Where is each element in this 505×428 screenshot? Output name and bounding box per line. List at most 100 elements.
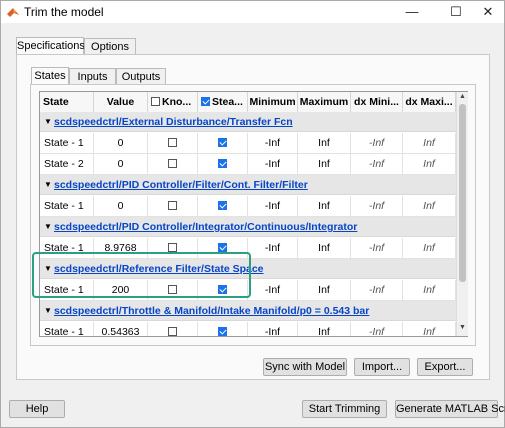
- vertical-scrollbar[interactable]: ▲ ▼: [456, 92, 468, 336]
- known-checkbox[interactable]: [168, 327, 177, 336]
- min-cell[interactable]: -Inf: [248, 322, 298, 336]
- known-checkbox[interactable]: [168, 201, 177, 210]
- value-cell[interactable]: 0: [94, 154, 148, 174]
- col-maximum[interactable]: Maximum: [298, 92, 351, 112]
- minimize-icon[interactable]: —: [397, 1, 427, 23]
- col-value[interactable]: Value: [94, 92, 148, 112]
- dxmax-cell[interactable]: Inf: [403, 238, 456, 258]
- sync-with-model-button[interactable]: Sync with Model: [263, 358, 347, 376]
- help-button[interactable]: Help: [9, 400, 65, 418]
- block-path-link[interactable]: scdspeedctrl/PID Controller/Filter/Cont.…: [54, 175, 308, 195]
- dxmin-cell[interactable]: -Inf: [351, 154, 403, 174]
- block-path-link[interactable]: scdspeedctrl/Throttle & Manifold/Intake …: [54, 301, 369, 321]
- dxmin-cell[interactable]: -Inf: [351, 280, 403, 300]
- tab-outputs[interactable]: Outputs: [116, 68, 166, 85]
- max-cell[interactable]: Inf: [298, 238, 351, 258]
- min-cell[interactable]: -Inf: [248, 238, 298, 258]
- block-path-link[interactable]: scdspeedctrl/PID Controller/Integrator/C…: [54, 217, 357, 237]
- highlight-box: [32, 252, 251, 298]
- min-cell[interactable]: -Inf: [248, 280, 298, 300]
- known-cell: [148, 196, 198, 216]
- dxmin-cell[interactable]: -Inf: [351, 322, 403, 336]
- known-cell: [148, 154, 198, 174]
- import-button[interactable]: Import...: [354, 358, 410, 376]
- states-table: State Value Kno... Stea... Minimum Maxim…: [39, 91, 468, 337]
- dxmin-cell[interactable]: -Inf: [351, 238, 403, 258]
- state-cell: State - 1: [40, 133, 94, 153]
- table-header: State Value Kno... Stea... Minimum Maxim…: [40, 92, 456, 113]
- steady-checkbox[interactable]: [218, 243, 227, 252]
- window-title: Trim the model: [24, 5, 104, 19]
- table-row: State - 2 0 -Inf Inf -Inf Inf: [40, 154, 456, 175]
- state-cell: State - 1: [40, 196, 94, 216]
- steady-cell: [198, 154, 248, 174]
- dxmin-cell[interactable]: -Inf: [351, 196, 403, 216]
- steady-header-checkbox[interactable]: [201, 97, 210, 106]
- table-row: State - 1 0 -Inf Inf -Inf Inf: [40, 196, 456, 217]
- max-cell[interactable]: Inf: [298, 154, 351, 174]
- max-cell[interactable]: Inf: [298, 133, 351, 153]
- known-checkbox[interactable]: [168, 243, 177, 252]
- max-cell[interactable]: Inf: [298, 280, 351, 300]
- table-row: State - 1 0.54363 -Inf Inf -Inf Inf: [40, 322, 456, 336]
- steady-checkbox[interactable]: [218, 201, 227, 210]
- block-path-link[interactable]: scdspeedctrl/External Disturbance/Transf…: [54, 112, 293, 132]
- value-cell[interactable]: 0: [94, 196, 148, 216]
- col-steady[interactable]: Stea...: [198, 92, 248, 112]
- known-cell: [148, 322, 198, 336]
- steady-checkbox[interactable]: [218, 138, 227, 147]
- close-icon[interactable]: ✕: [473, 1, 503, 23]
- trim-dialog: Trim the model — ☐ ✕ Specifications Opti…: [0, 0, 505, 428]
- dxmin-cell[interactable]: -Inf: [351, 133, 403, 153]
- tab-options[interactable]: Options: [84, 38, 136, 55]
- known-checkbox[interactable]: [168, 138, 177, 147]
- steady-cell: [198, 196, 248, 216]
- dxmax-cell[interactable]: Inf: [403, 154, 456, 174]
- scroll-down-icon[interactable]: ▼: [457, 324, 468, 331]
- expand-triangle-icon[interactable]: ▼: [44, 175, 52, 195]
- scroll-up-icon[interactable]: ▲: [457, 93, 468, 100]
- expand-triangle-icon[interactable]: ▼: [44, 217, 52, 237]
- group-row[interactable]: ▼ scdspeedctrl/PID Controller/Integrator/…: [40, 217, 467, 237]
- expand-triangle-icon[interactable]: ▼: [44, 301, 52, 321]
- col-dx-min[interactable]: dx Mini...: [351, 92, 403, 112]
- max-cell[interactable]: Inf: [298, 196, 351, 216]
- group-row[interactable]: ▼ scdspeedctrl/Throttle & Manifold/Intake…: [40, 301, 467, 321]
- value-cell[interactable]: 0: [94, 133, 148, 153]
- dxmax-cell[interactable]: Inf: [403, 322, 456, 336]
- dxmax-cell[interactable]: Inf: [403, 133, 456, 153]
- group-row[interactable]: ▼ scdspeedctrl/PID Controller/Filter/Cont…: [40, 175, 467, 195]
- steady-cell: [198, 322, 248, 336]
- dxmax-cell[interactable]: Inf: [403, 280, 456, 300]
- max-cell[interactable]: Inf: [298, 322, 351, 336]
- state-cell: State - 1: [40, 322, 94, 336]
- col-dx-max[interactable]: dx Maxi...: [403, 92, 456, 112]
- maximize-icon[interactable]: ☐: [441, 1, 471, 23]
- expand-triangle-icon[interactable]: ▼: [44, 112, 52, 132]
- state-cell: State - 2: [40, 154, 94, 174]
- col-minimum[interactable]: Minimum: [248, 92, 298, 112]
- tab-specifications[interactable]: Specifications: [16, 37, 85, 55]
- known-cell: [148, 133, 198, 153]
- steady-checkbox[interactable]: [218, 327, 227, 336]
- steady-cell: [198, 133, 248, 153]
- min-cell[interactable]: -Inf: [248, 154, 298, 174]
- steady-checkbox[interactable]: [218, 159, 227, 168]
- tab-states[interactable]: States: [31, 67, 69, 85]
- known-header-checkbox[interactable]: [151, 97, 160, 106]
- scroll-thumb[interactable]: [459, 104, 466, 282]
- title-bar: Trim the model — ☐ ✕: [1, 1, 504, 23]
- table-row: State - 1 0 -Inf Inf -Inf Inf: [40, 133, 456, 154]
- min-cell[interactable]: -Inf: [248, 133, 298, 153]
- generate-matlab-script-button[interactable]: Generate MATLAB Script: [395, 400, 505, 418]
- tab-inputs[interactable]: Inputs: [69, 68, 116, 85]
- min-cell[interactable]: -Inf: [248, 196, 298, 216]
- group-row[interactable]: ▼ scdspeedctrl/External Disturbance/Trans…: [40, 112, 467, 132]
- col-state[interactable]: State: [40, 92, 94, 112]
- value-cell[interactable]: 0.54363: [94, 322, 148, 336]
- start-trimming-button[interactable]: Start Trimming: [302, 400, 387, 418]
- col-known[interactable]: Kno...: [148, 92, 198, 112]
- known-checkbox[interactable]: [168, 159, 177, 168]
- dxmax-cell[interactable]: Inf: [403, 196, 456, 216]
- export-button[interactable]: Export...: [417, 358, 473, 376]
